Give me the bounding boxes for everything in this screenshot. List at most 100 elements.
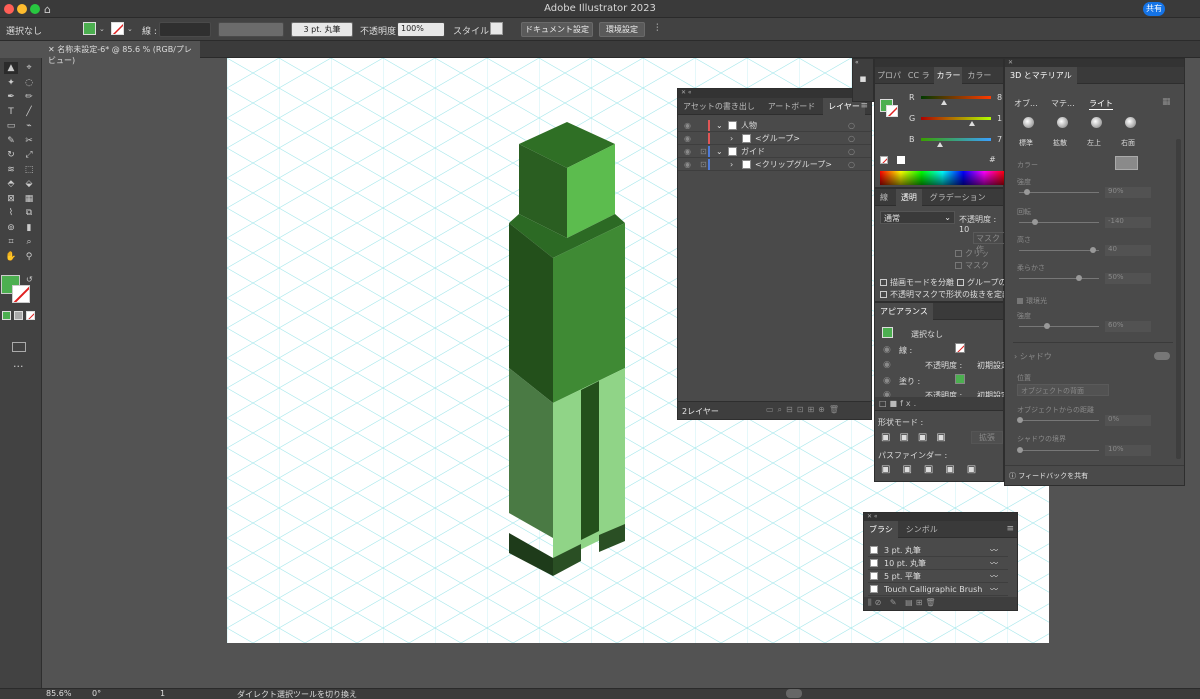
shadow-distance-slider[interactable] [1019, 420, 1099, 421]
pencil-icon[interactable]: ✎ [4, 135, 18, 147]
material-slider[interactable] [1019, 222, 1099, 223]
stroke-none-swatch[interactable] [111, 22, 124, 35]
material-slider[interactable] [1019, 326, 1099, 327]
none-mode-icon[interactable] [26, 311, 35, 320]
type-tool-icon[interactable]: T [4, 106, 18, 118]
channel-knob[interactable] [941, 100, 948, 105]
paintbrush-icon[interactable]: ⌁ [22, 120, 36, 132]
panel-menu-icon[interactable]: ≡ [860, 101, 868, 111]
shadow-position-dropdown[interactable]: オブジェクトの背面 [1017, 384, 1109, 396]
screen-mode-icon[interactable] [12, 342, 26, 352]
document-tab[interactable]: ✕ 名称未設定-6* @ 85.6 % (RGB/プレビュー) [42, 41, 200, 65]
material-slider-knob[interactable] [1089, 247, 1096, 253]
more-tools-icon[interactable]: ··· [13, 360, 24, 373]
layer-row[interactable]: ◉ ⌄ 人物 ○ [678, 119, 871, 132]
pathfinder-panel[interactable]: 形状モード : ▣▣▣▣ 拡張 パスファインダー : ▣▣▣▣▣ [874, 410, 1004, 482]
scrollbar[interactable] [1176, 139, 1181, 459]
shadow-distance-value[interactable]: 0% [1105, 415, 1151, 426]
eye-icon[interactable]: ◉ [883, 345, 891, 355]
tab-cc-libraries[interactable]: CC ラ [906, 67, 932, 84]
brush-item[interactable]: 3 pt. 丸筆 〰 [868, 544, 1008, 557]
lock-icon[interactable]: ⊡ [700, 145, 707, 158]
tab-color-guide[interactable]: カラー [965, 67, 993, 84]
appearance-fill-label[interactable]: 塗り : [899, 376, 920, 387]
arrange-icon[interactable]: ⫶ [656, 23, 659, 34]
appearance-footer-icons[interactable]: □■fx. [875, 397, 1003, 410]
artboard-tool-icon[interactable]: ⌗ [4, 236, 18, 248]
material-slider-knob[interactable] [1076, 275, 1082, 281]
channel-slider[interactable] [921, 138, 991, 141]
knockout-group-checkbox[interactable]: グループの [957, 277, 1005, 288]
channel-slider[interactable] [921, 117, 991, 120]
slider-value[interactable]: 60% [1105, 321, 1151, 332]
layer-row[interactable]: ◉ › <グループ> ○ [678, 132, 871, 145]
eyedropper-icon[interactable]: ⌇ [4, 207, 18, 219]
pen-tool-icon[interactable]: ✒ [4, 91, 18, 103]
opacity-input[interactable]: 100% [397, 22, 445, 37]
magic-wand-icon[interactable]: ✦ [4, 77, 18, 89]
preset-diffuse-icon[interactable] [1057, 117, 1068, 128]
tab-appearance[interactable]: アピアランス [875, 303, 933, 320]
target-icon[interactable]: ○ [848, 145, 855, 158]
blend-mode-dropdown[interactable]: 通常 ⌄ [880, 211, 955, 224]
comment-icon[interactable]: ▪ [853, 72, 873, 85]
target-icon[interactable]: ○ [848, 158, 855, 171]
tab-stroke[interactable]: 線 [875, 189, 893, 206]
feedback-link[interactable]: ⓘ フィードバックを共有 [1005, 465, 1184, 485]
tab-transparency[interactable]: 透明 [895, 189, 922, 206]
channel-knob[interactable] [936, 142, 943, 147]
fill-color-swatch[interactable] [83, 22, 96, 35]
tab-lighting[interactable]: ライト [1089, 98, 1113, 110]
lock-icon[interactable]: ⊡ [700, 158, 707, 171]
brush-item[interactable]: 10 pt. 丸筆 〰 [868, 557, 1008, 570]
slider-value[interactable]: 50% [1105, 273, 1151, 284]
opacity-mask-checkbox[interactable]: 不透明マスクで形状の抜きを定義 [880, 289, 1005, 300]
direct-selection-tool-icon[interactable]: ⌖ [22, 62, 36, 74]
pathfinder-buttons[interactable]: ▣▣▣▣▣ [881, 464, 988, 475]
hand-tool-icon[interactable]: ✋ [4, 251, 18, 263]
channel-slider[interactable] [921, 96, 991, 99]
stroke-opacity-value[interactable]: 初期設定 [977, 360, 1004, 371]
tab-asset-export[interactable]: アセットの書き出し [678, 98, 760, 115]
color-stroke-swatch[interactable] [886, 105, 898, 117]
chevron-right-icon[interactable]: › [730, 158, 733, 171]
rotation-angle[interactable]: 0° [92, 689, 101, 698]
material-slider[interactable] [1019, 250, 1099, 251]
shape-builder-icon[interactable]: ⬘ [4, 178, 18, 190]
color-spectrum[interactable] [880, 171, 1005, 185]
3d-materials-panel[interactable]: ✕ 3D とマテリアル オブ... マテ... ライト ▦ 標準 拡散 左上 右面 カ… [1004, 58, 1185, 486]
curvature-tool-icon[interactable]: ✏ [22, 91, 36, 103]
selection-tool-icon[interactable]: ▲ [4, 62, 18, 74]
appearance-fill-swatch[interactable] [955, 374, 965, 384]
brushes-footer-icons[interactable]: ⫼⊘ ✎ ▤⊞🗑 [864, 597, 1017, 610]
gradient-mode-icon[interactable] [14, 311, 23, 320]
chevron-down-icon[interactable]: ⌄ [716, 145, 723, 158]
free-transform-icon[interactable]: ⬚ [22, 164, 36, 176]
channel-value[interactable]: 7 [997, 135, 1002, 144]
panel-drag-bar[interactable]: ✕ « [678, 89, 871, 98]
appearance-stroke-label[interactable]: 線 : [899, 345, 912, 356]
color-panel[interactable]: プロパ CC ラ カラー カラー R 8 G 1 B 7 # [874, 58, 1005, 188]
grid-view-icon[interactable]: ▦ [1162, 97, 1171, 107]
scissors-icon[interactable]: ✂ [22, 135, 36, 147]
appearance-panel[interactable]: アピアランス 選択なし ◉ 線 : ◉ 不透明度 : 初期設定 ◉ 塗り : ◉… [874, 302, 1004, 410]
document-setup-button[interactable]: ドキュメント設定 [521, 22, 593, 37]
stroke-color-box[interactable] [12, 285, 30, 303]
layer-name[interactable]: <グループ> [755, 132, 800, 145]
color-mode-icon[interactable] [2, 311, 11, 320]
clip-checkbox[interactable]: クリッ [955, 248, 989, 259]
material-slider[interactable] [1019, 192, 1099, 193]
live-paint-icon[interactable]: ⬙ [22, 178, 36, 190]
slider-value[interactable]: 40 [1105, 245, 1151, 256]
shadow-toggle[interactable] [1154, 352, 1170, 360]
none-swatch[interactable] [880, 156, 888, 164]
stroke-opacity-label[interactable]: 不透明度 : [925, 360, 962, 371]
chevron-down-icon[interactable]: ⌄ [99, 25, 105, 33]
layer-row[interactable]: ◉ ⊡ ⌄ ガイド ○ [678, 145, 871, 158]
panel-drag-bar[interactable] [875, 59, 1003, 67]
tab-object[interactable]: オブ... [1014, 98, 1038, 109]
light-color-swatch[interactable] [1115, 156, 1138, 170]
warp-tool-icon[interactable]: ≋ [4, 164, 18, 176]
material-slider-knob[interactable] [1024, 189, 1030, 195]
share-button[interactable]: 共有 [1143, 2, 1165, 16]
